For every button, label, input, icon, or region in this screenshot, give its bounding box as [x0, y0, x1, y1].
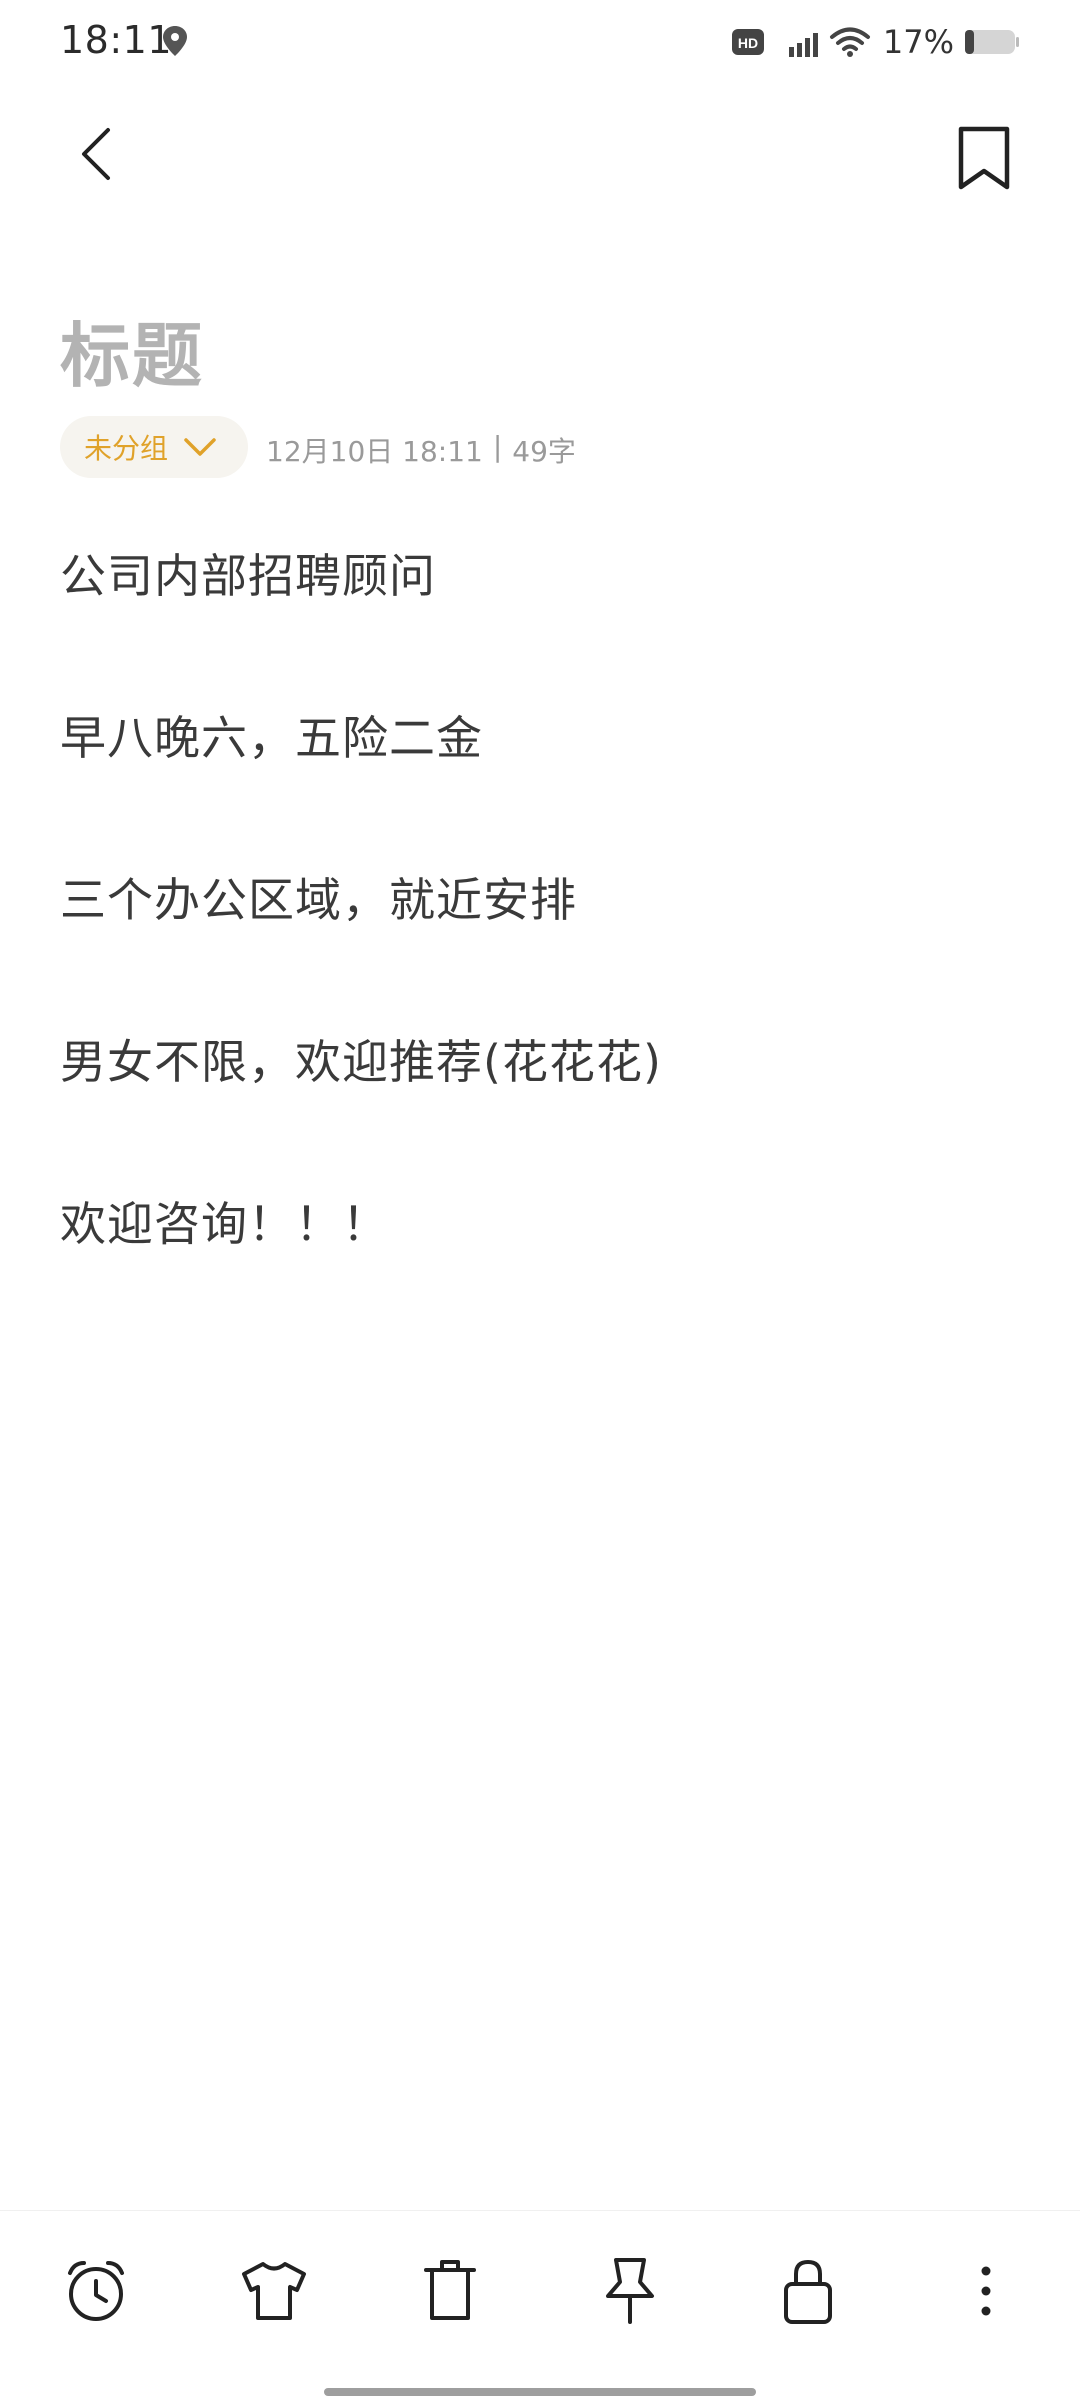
bottom-toolbar	[0, 2210, 1080, 2361]
note-line[interactable]: 男女不限，欢迎推荐(花花花)	[60, 1031, 1020, 1193]
note-date: 12月10日 18:11	[266, 435, 483, 468]
note-line[interactable]: 早八晚六，五险二金	[60, 707, 1020, 869]
chevron-down-icon	[184, 438, 216, 456]
status-bar: 18:11 HD 17%	[0, 0, 1080, 84]
back-arrow-icon	[82, 128, 110, 180]
back-button[interactable]	[60, 118, 132, 190]
status-time: 18:11	[60, 18, 173, 62]
status-icons: HD 17%	[731, 20, 1020, 64]
alarm-clock-icon	[68, 2261, 124, 2321]
shirt-icon	[242, 2262, 306, 2320]
lock-button[interactable]	[768, 2251, 848, 2331]
group-selector[interactable]: 未分组	[60, 416, 248, 478]
hd-icon: HD	[731, 29, 764, 55]
note-editor-screen: 18:11 HD 17% 标题 未分组 12月10日 18:11 | 49字 公…	[0, 0, 1080, 2400]
pin-icon	[606, 2258, 654, 2324]
theme-button[interactable]	[234, 2251, 314, 2331]
bookmark-button[interactable]	[944, 118, 1024, 198]
word-count: 49字	[512, 435, 576, 468]
delete-button[interactable]	[410, 2251, 490, 2331]
home-indicator[interactable]	[324, 2388, 756, 2396]
note-line[interactable]: 三个办公区域，就近安排	[60, 869, 1020, 1031]
note-title[interactable]: 标题	[60, 300, 204, 401]
more-button[interactable]	[946, 2251, 1026, 2331]
note-body[interactable]: 公司内部招聘顾问 早八晚六，五险二金 三个办公区域，就近安排 男女不限，欢迎推荐…	[60, 545, 1020, 1355]
note-meta: 12月10日 18:11 | 49字	[266, 430, 576, 470]
trash-icon	[424, 2260, 476, 2320]
reminder-button[interactable]	[56, 2251, 136, 2331]
battery-percent: 17%	[882, 23, 954, 61]
bookmark-icon	[958, 126, 1010, 190]
note-line[interactable]: 公司内部招聘顾问	[60, 545, 1020, 707]
pin-button[interactable]	[590, 2251, 670, 2331]
svg-text:HD: HD	[738, 35, 758, 51]
meta-separator: |	[492, 430, 503, 463]
more-vertical-icon	[981, 2266, 991, 2316]
wifi-icon	[829, 27, 870, 57]
group-label: 未分组	[84, 432, 169, 465]
note-line[interactable]: 欢迎咨询！！！	[60, 1193, 1020, 1355]
cellular-signal-icon	[788, 33, 818, 57]
location-icon	[163, 26, 187, 56]
battery-icon	[965, 30, 1019, 54]
lock-icon	[784, 2259, 832, 2324]
